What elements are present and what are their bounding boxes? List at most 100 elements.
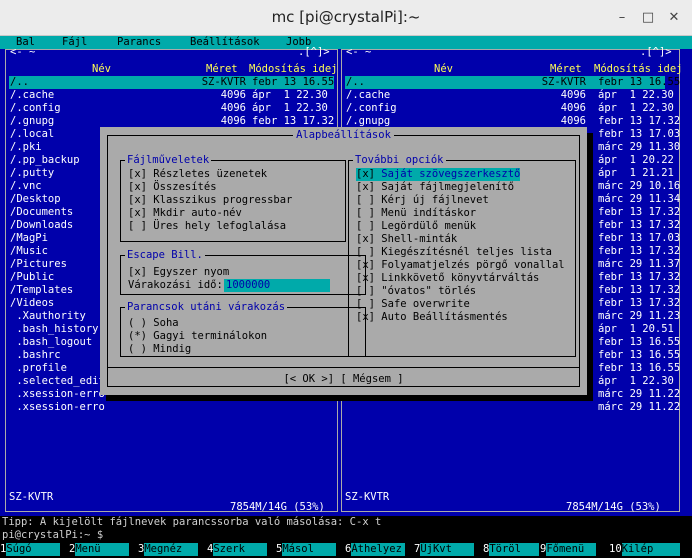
fkey-3[interactable]: 3Megnéz	[138, 543, 199, 556]
file-row-name[interactable]: /Documents	[10, 206, 73, 219]
option-checkbox[interactable]: ( ) Mindig	[128, 343, 191, 356]
fkey-2[interactable]: 2Menü	[69, 543, 130, 556]
option-checkbox[interactable]: [x] Folyamatjelzés pörgő vonallal	[356, 259, 565, 272]
right-header-size[interactable]: Méret	[550, 63, 582, 76]
option-mark: [x]	[356, 272, 375, 284]
menu-command[interactable]: Parancs	[117, 36, 161, 49]
fkey-8[interactable]: 8Töröl	[483, 543, 540, 556]
esc-timeout-input[interactable]: 1000000	[224, 279, 330, 292]
function-key-bar: 1Súgó 2Menü 3Megnéz 4Szerk 5Másol 6Áthelyez 7Ú…	[0, 542, 692, 558]
file-row-name[interactable]: /.putty	[10, 167, 54, 180]
option-checkbox[interactable]: [ ] Üres hely lefoglalása	[128, 220, 286, 233]
file-row-name[interactable]: /.vnc	[10, 180, 42, 193]
option-checkbox[interactable]: [ ] Menü indításkor	[356, 207, 476, 220]
file-row-mtime: febr 13 17.32	[598, 115, 681, 127]
fkey-number: 10	[609, 543, 622, 555]
file-row-mtime: febr 13 16.55	[252, 76, 335, 88]
right-panel-path[interactable]: <- ~	[346, 46, 371, 59]
option-checkbox[interactable]: [ ] Legördülő menük	[356, 220, 476, 233]
file-row-name[interactable]: .bash_history	[10, 323, 98, 336]
right-header-mtime[interactable]: Módosítás idej	[594, 63, 683, 76]
fkey-7[interactable]: 7ÚjKvt	[414, 543, 475, 556]
fkey-9[interactable]: 9Főmenü	[540, 543, 597, 556]
option-checkbox[interactable]: ( ) Soha	[128, 317, 179, 330]
right-header-name[interactable]: Név	[434, 63, 453, 76]
file-row-name[interactable]: /.config	[10, 102, 61, 115]
file-row-mtime: ápr 1 22.30	[252, 89, 328, 101]
file-row-name[interactable]: /Downloads	[10, 219, 73, 232]
option-checkbox[interactable]: [x] Linkkövető könyvtárváltás	[356, 272, 539, 285]
close-button[interactable]: ✕	[666, 10, 682, 26]
file-row-name[interactable]: /MagPi	[10, 232, 48, 245]
menu-options[interactable]: Beállítások	[190, 36, 260, 49]
file-row-name[interactable]: /..	[10, 76, 29, 89]
option-checkbox[interactable]: [ ] "óvatos" törlés	[356, 285, 476, 298]
file-row-name[interactable]: /Pictures	[10, 258, 67, 271]
minimize-button[interactable]: –	[614, 10, 630, 26]
file-row-name[interactable]: /.pp_backup	[10, 154, 80, 167]
file-row-name[interactable]: /Music	[10, 245, 48, 258]
left-status: SZ-KVTR	[9, 491, 54, 503]
fkey-5[interactable]: 5Másol	[276, 543, 337, 556]
settings-dialog: Alapbeállítások Fájlműveletek [x] Részle…	[100, 127, 587, 395]
file-row-name[interactable]: /.local	[10, 128, 54, 141]
file-row-name[interactable]: /.gnupg	[10, 115, 54, 128]
file-row-name[interactable]: .xsession-erro	[10, 388, 105, 401]
file-row-name[interactable]: .Xauthority	[10, 310, 86, 323]
option-checkbox[interactable]: [x] Shell-minták	[356, 233, 457, 246]
left-header-mtime[interactable]: Módosítás idej	[249, 63, 338, 76]
file-row-mtime: márc 29 11.37	[598, 258, 681, 270]
fkey-6[interactable]: 6Áthelyez	[345, 543, 406, 556]
option-checkbox[interactable]: [ ] Safe overwrite	[356, 298, 470, 311]
file-row-name[interactable]: /.config	[346, 102, 397, 115]
ok-button[interactable]: [< OK >]	[283, 373, 334, 385]
maximize-button[interactable]: □	[640, 10, 656, 26]
file-row-name[interactable]: /Videos	[10, 297, 54, 310]
file-row-name[interactable]: .bashrc	[10, 349, 60, 362]
file-row-size: SZ-KVTR	[201, 76, 246, 88]
right-panel-controls[interactable]: .[^]>	[640, 46, 672, 59]
option-mark: [ ]	[356, 285, 375, 297]
file-row-name[interactable]: /Templates	[10, 284, 73, 297]
option-label: Gagyi terminálokon	[153, 330, 268, 342]
shell-prompt[interactable]: pi@crystalPi:~ $	[2, 529, 103, 542]
option-checkbox[interactable]: [x] Saját szövegszerkesztő	[356, 168, 521, 181]
file-row-mtime: márc 29 11.23	[598, 310, 681, 322]
file-row-name[interactable]: .bash_logout	[10, 336, 92, 349]
file-row-name[interactable]: /.cache	[10, 89, 54, 102]
file-row-name[interactable]: /..	[346, 76, 365, 89]
option-checkbox[interactable]: [x] Klasszikus progressbar	[128, 194, 292, 207]
left-panel-path[interactable]: <- ~	[10, 46, 35, 59]
terminal-scrollbar[interactable]	[682, 49, 692, 516]
file-row-name[interactable]: .profile	[10, 362, 67, 375]
option-checkbox[interactable]: [x] Részletes üzenetek	[128, 168, 267, 181]
fkey-1[interactable]: 1Súgó	[0, 543, 61, 556]
option-label: Menü indításkor	[381, 207, 477, 219]
option-checkbox[interactable]: [x] Mkdir auto-név	[128, 207, 242, 220]
file-row-mtime: febr 13 17.32	[598, 284, 681, 296]
option-checkbox[interactable]: [ ] Kérj új fájlnevet	[356, 194, 489, 207]
file-row-name[interactable]: /.cache	[346, 89, 390, 102]
file-row-name[interactable]: /Desktop	[10, 193, 61, 206]
cancel-button[interactable]: [ Mégsem ]	[340, 373, 403, 385]
fkey-10[interactable]: 10Kilép	[609, 543, 680, 556]
left-header-size[interactable]: Méret	[206, 63, 238, 76]
file-row-size: 4096	[560, 102, 586, 114]
file-row-name[interactable]: .selected_edit	[10, 375, 105, 388]
option-checkbox[interactable]: (*) Gagyi terminálokon	[128, 330, 267, 343]
file-row-mtime: ápr 1 22.30	[598, 102, 674, 114]
fkey-4[interactable]: 4Szerk	[207, 543, 268, 556]
file-row-name[interactable]: /.pki	[10, 141, 42, 154]
left-header-name[interactable]: Név	[92, 63, 111, 76]
option-checkbox[interactable]: [x] Auto Beállításmentés	[356, 311, 508, 324]
option-label: Shell-minták	[381, 233, 458, 245]
menu-file[interactable]: Fájl	[62, 36, 87, 49]
left-panel-controls[interactable]: .[^]>	[298, 46, 330, 59]
option-checkbox[interactable]: [x] Saját fájlmegjelenítő	[356, 181, 514, 194]
option-checkbox[interactable]: [ ] Kiegészítésnél teljes lista	[356, 246, 552, 259]
file-row-name[interactable]: .xsession-erro	[10, 401, 105, 414]
command-line[interactable]: pi@crystalPi:~ $	[0, 529, 692, 542]
option-checkbox[interactable]: [x] Összesítés	[128, 181, 217, 194]
esc-single-checkbox[interactable]: [x] Egyszer nyom	[128, 266, 229, 279]
file-row-name[interactable]: /Public	[10, 271, 54, 284]
